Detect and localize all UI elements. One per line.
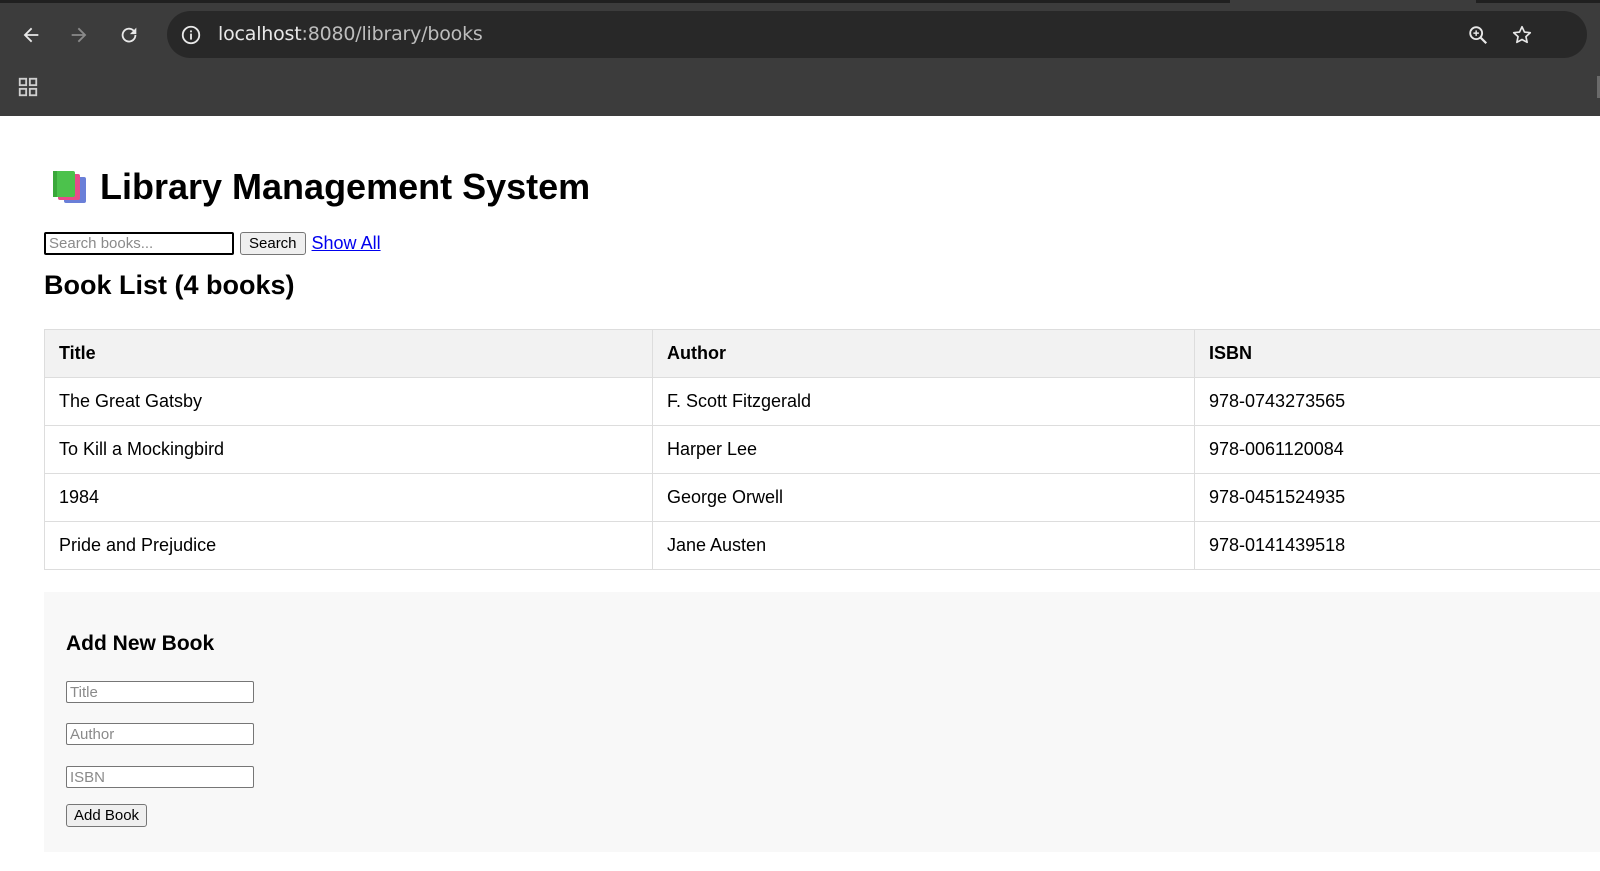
browser-chrome: localhost:8080/library/books: [0, 0, 1600, 116]
books-icon: [53, 171, 86, 203]
cell-author: Harper Lee: [652, 425, 1195, 474]
book-list-heading: Book List (4 books): [44, 270, 295, 300]
forward-icon: [71, 27, 87, 43]
cell-isbn: 978-0061120084: [1194, 425, 1600, 474]
title-field[interactable]: [66, 681, 254, 703]
add-book-heading: Add New Book: [66, 632, 215, 655]
site-info-icon[interactable]: [179, 23, 203, 47]
tab-strip-right: [1476, 0, 1600, 3]
cell-isbn: 978-0141439518: [1194, 521, 1600, 570]
cell-isbn: 978-0743273565: [1194, 377, 1600, 426]
apps-grid-icon[interactable]: [14, 73, 42, 101]
isbn-field[interactable]: [66, 766, 254, 788]
tab-strip: [0, 0, 1230, 3]
address-bar[interactable]: localhost:8080/library/books: [167, 11, 1587, 58]
cell-isbn: 978-0451524935: [1194, 473, 1600, 522]
back-icon: [23, 27, 39, 43]
column-header-author: Author: [652, 329, 1195, 378]
search-input[interactable]: [44, 232, 234, 255]
books-table: Title Author ISBN The Great Gatsby F. Sc…: [44, 329, 1600, 570]
show-all-link[interactable]: Show All: [312, 233, 381, 254]
column-header-title: Title: [44, 329, 653, 378]
cell-title: To Kill a Mockingbird: [44, 425, 653, 474]
add-book-button[interactable]: Add Book: [66, 804, 148, 827]
url-text[interactable]: localhost:8080/library/books: [218, 23, 483, 45]
add-book-form: Add New Book Add Book: [44, 592, 1600, 852]
back-button[interactable]: [16, 18, 46, 52]
cell-title: The Great Gatsby: [44, 377, 653, 426]
zoom-icon[interactable]: [1465, 22, 1491, 48]
forward-button[interactable]: [64, 18, 94, 52]
table-header-row: Title Author ISBN: [44, 329, 1600, 378]
search-bar: Search Show All: [44, 232, 381, 255]
page-header: Library Management System: [50, 166, 590, 208]
search-button[interactable]: Search: [240, 232, 306, 255]
author-field[interactable]: [66, 723, 254, 745]
table-row: The Great Gatsby F. Scott Fitzgerald 978…: [44, 377, 1600, 426]
column-header-isbn: ISBN: [1194, 329, 1600, 378]
cell-author: George Orwell: [652, 473, 1195, 522]
cell-title: 1984: [44, 473, 653, 522]
url-path: :8080/library/books: [301, 23, 483, 45]
table-row: To Kill a Mockingbird Harper Lee 978-006…: [44, 425, 1600, 474]
url-host: localhost: [218, 23, 302, 45]
table-row: 1984 George Orwell 978-0451524935: [44, 473, 1600, 522]
bookmark-star-icon[interactable]: [1509, 22, 1535, 48]
cell-title: Pride and Prejudice: [44, 521, 653, 570]
cell-author: F. Scott Fitzgerald: [652, 377, 1195, 426]
reload-button[interactable]: [114, 18, 144, 52]
table-row: Pride and Prejudice Jane Austen 978-0141…: [44, 521, 1600, 570]
reload-icon: [121, 27, 137, 43]
cell-author: Jane Austen: [652, 521, 1195, 570]
page-title: Library Management System: [100, 166, 591, 207]
